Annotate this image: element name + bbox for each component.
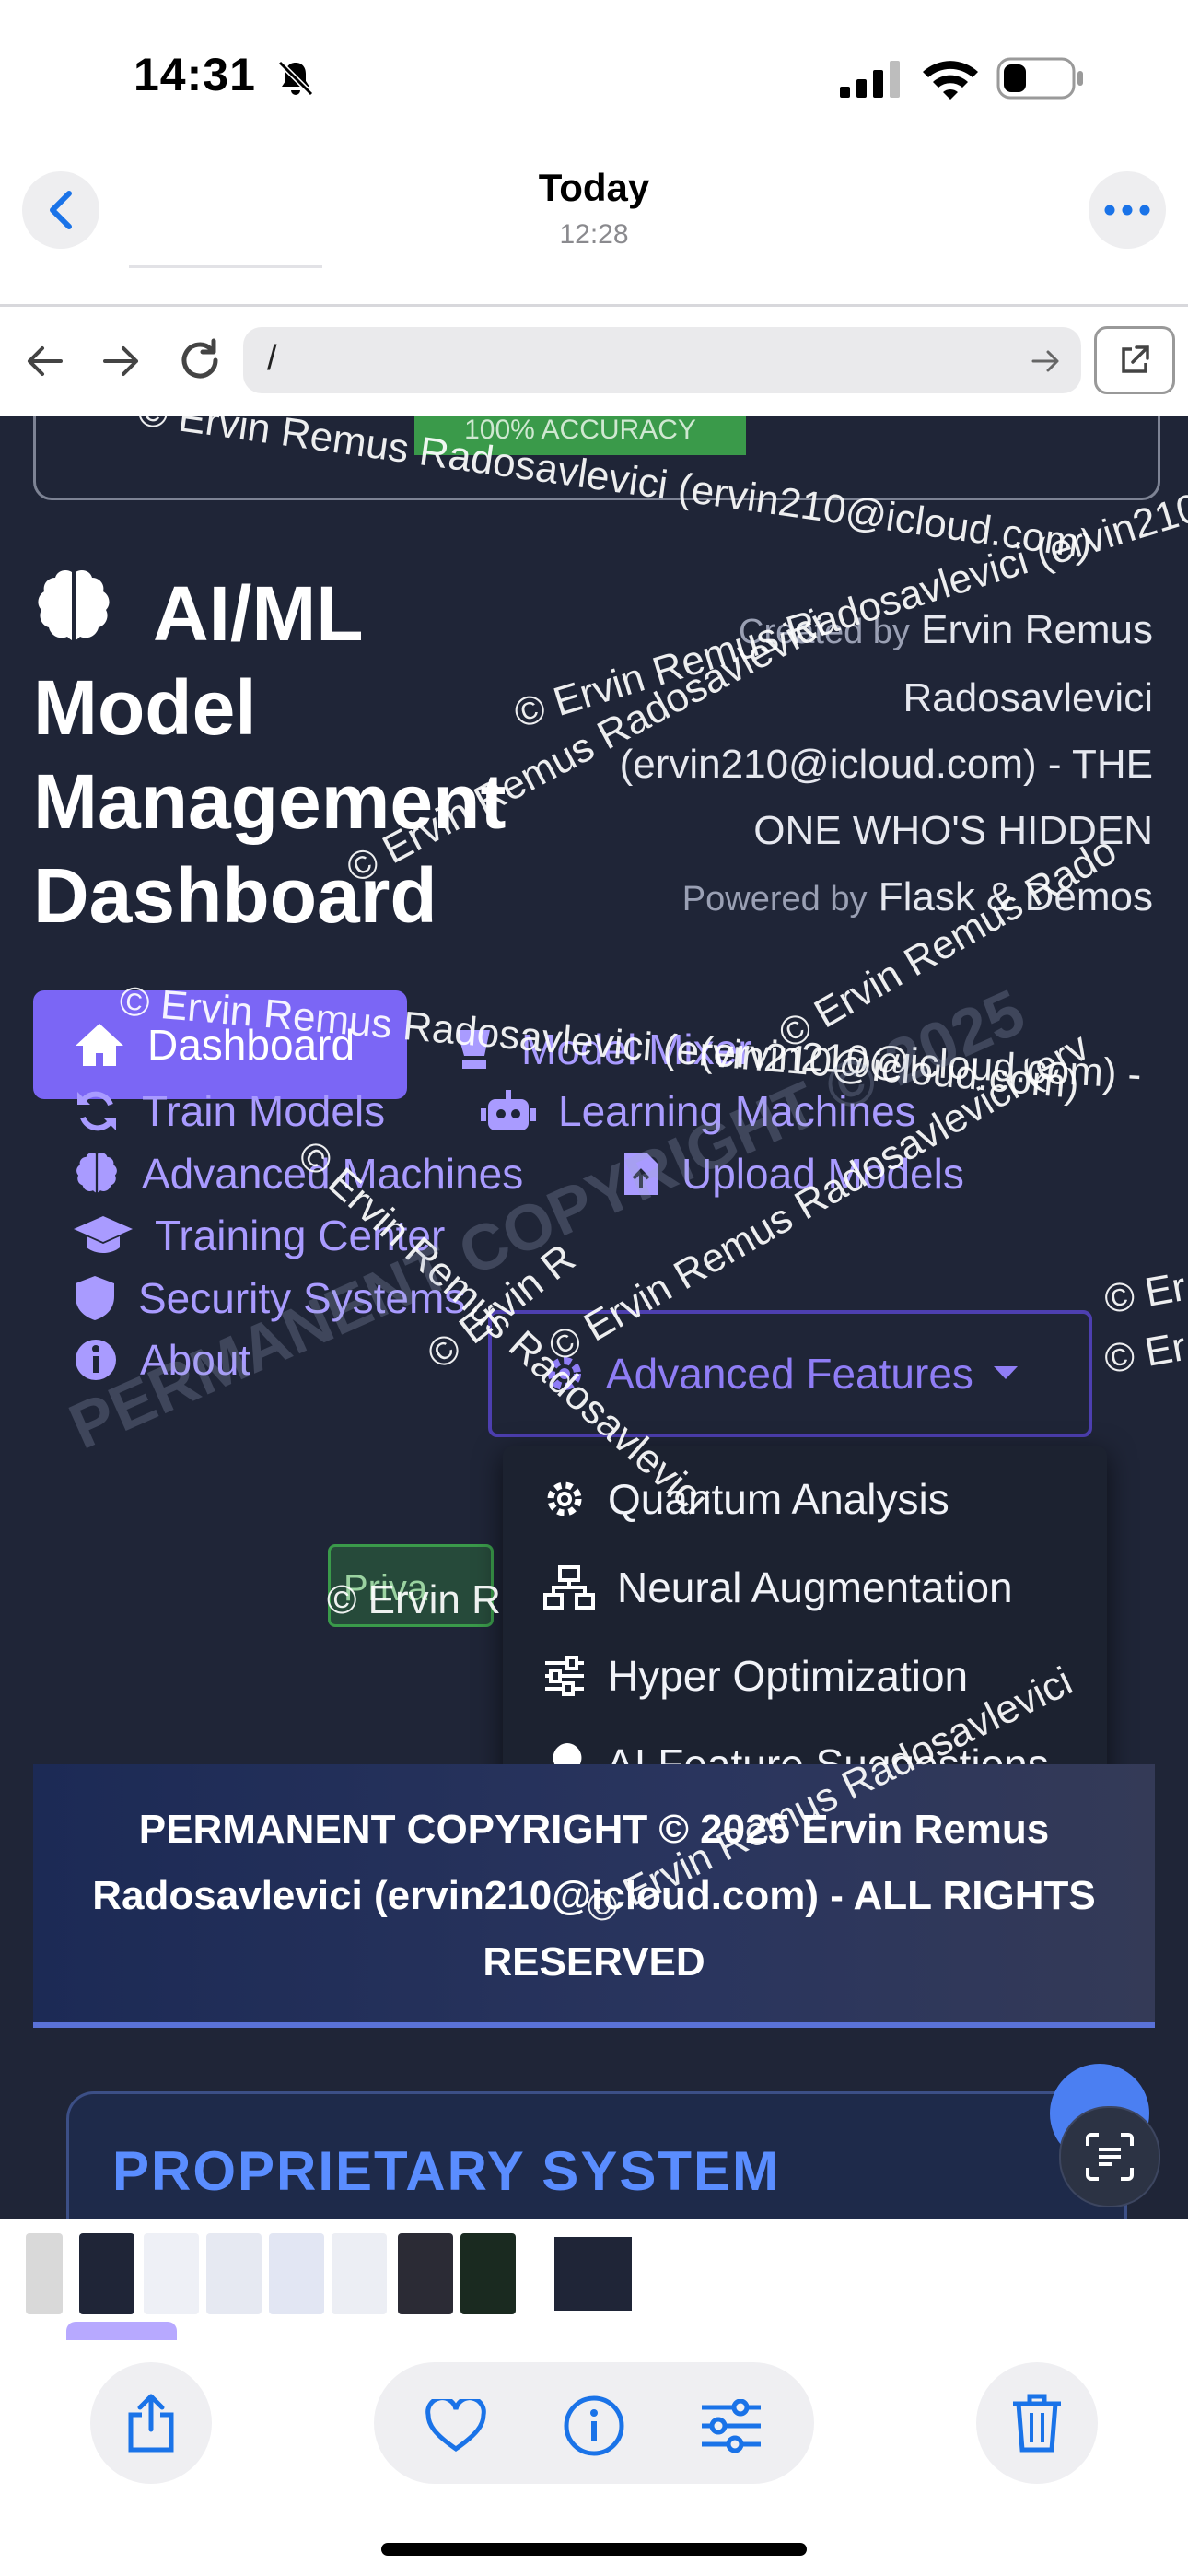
external-link-icon bbox=[1122, 345, 1149, 373]
url-text[interactable]: / bbox=[267, 339, 277, 379]
live-text-icon bbox=[1086, 2133, 1134, 2181]
photos-subtitle: 12:28 bbox=[559, 219, 629, 250]
wifi-icon bbox=[923, 61, 978, 100]
divider bbox=[129, 265, 322, 268]
watermark: © Ervin R bbox=[327, 1577, 501, 1622]
thumbnail[interactable] bbox=[144, 2233, 199, 2314]
dropdown-item-quantum[interactable]: Quantum Analysis bbox=[543, 1474, 949, 1524]
graduation-cap-icon bbox=[74, 1216, 133, 1253]
proprietary-title: PROPRIETARY SYSTEM bbox=[112, 2140, 781, 2202]
home-icon bbox=[76, 1024, 123, 1066]
forward-arrow-icon[interactable] bbox=[101, 343, 142, 380]
info-icon[interactable] bbox=[564, 2395, 624, 2456]
brain-icon bbox=[76, 1153, 117, 1193]
watermark: © Er bbox=[1101, 1263, 1188, 1323]
open-external-button[interactable] bbox=[1094, 326, 1175, 394]
nav-advanced-features-label: Advanced Features bbox=[606, 1350, 973, 1398]
trash-icon bbox=[1013, 2394, 1061, 2453]
battery-icon bbox=[996, 57, 1083, 100]
more-button[interactable] bbox=[1089, 171, 1166, 249]
share-icon bbox=[128, 2394, 174, 2453]
bell-slash-icon bbox=[277, 60, 314, 97]
thumbnail[interactable] bbox=[332, 2233, 387, 2314]
url-bar[interactable] bbox=[243, 327, 1081, 393]
live-text-button[interactable] bbox=[1059, 2106, 1160, 2207]
powered-by-label: Powered by bbox=[681, 880, 868, 919]
ellipsis-icon bbox=[1104, 205, 1150, 216]
thumbnail[interactable] bbox=[460, 2233, 516, 2314]
web-content: 100% ACCURACY AI/ML Model Management Das… bbox=[0, 416, 1188, 2259]
thumbnail[interactable] bbox=[26, 2233, 63, 2314]
adjust-icon[interactable] bbox=[700, 2399, 763, 2453]
nav-train-models-label: Train Models bbox=[142, 1087, 386, 1135]
brand-title: AI/ML Model Management Dashboard bbox=[33, 570, 507, 939]
share-button[interactable] bbox=[90, 2362, 212, 2484]
thumbnail[interactable] bbox=[269, 2233, 324, 2314]
sync-icon bbox=[77, 1091, 116, 1131]
dropdown-item-hyper[interactable]: Hyper Optimization bbox=[543, 1651, 968, 1701]
status-bar: 14:31 bbox=[0, 0, 1188, 157]
thumbnail-selected[interactable] bbox=[551, 2233, 635, 2314]
watermark: © Er bbox=[1101, 1323, 1188, 1383]
home-indicator bbox=[381, 2543, 807, 2556]
sitemap-icon bbox=[543, 1565, 595, 1610]
photos-title: Today bbox=[538, 166, 650, 209]
dropdown-label: Neural Augmentation bbox=[617, 1563, 1013, 1611]
delete-button[interactable] bbox=[976, 2362, 1098, 2484]
shield-icon bbox=[76, 1276, 114, 1320]
dropdown-label: Hyper Optimization bbox=[608, 1652, 969, 1700]
thumbnail[interactable] bbox=[398, 2233, 453, 2314]
signal-icon bbox=[840, 61, 900, 98]
thumbnail[interactable] bbox=[206, 2233, 262, 2314]
go-arrow-icon[interactable] bbox=[1031, 348, 1061, 374]
back-arrow-icon[interactable] bbox=[24, 343, 64, 380]
status-time: 14:31 bbox=[134, 49, 256, 100]
caret-down-icon bbox=[993, 1366, 1018, 1379]
robot-icon bbox=[481, 1090, 536, 1130]
reload-icon[interactable] bbox=[177, 337, 223, 383]
heart-icon[interactable] bbox=[425, 2399, 486, 2453]
scroll-indicator bbox=[66, 2322, 177, 2340]
dropdown-item-neural[interactable]: Neural Augmentation bbox=[543, 1563, 1013, 1612]
thumbnail[interactable] bbox=[79, 2233, 134, 2314]
nav-train-models[interactable]: Train Models bbox=[74, 1086, 385, 1136]
sliders-icon bbox=[545, 1656, 584, 1696]
gear-icon bbox=[547, 1481, 582, 1516]
